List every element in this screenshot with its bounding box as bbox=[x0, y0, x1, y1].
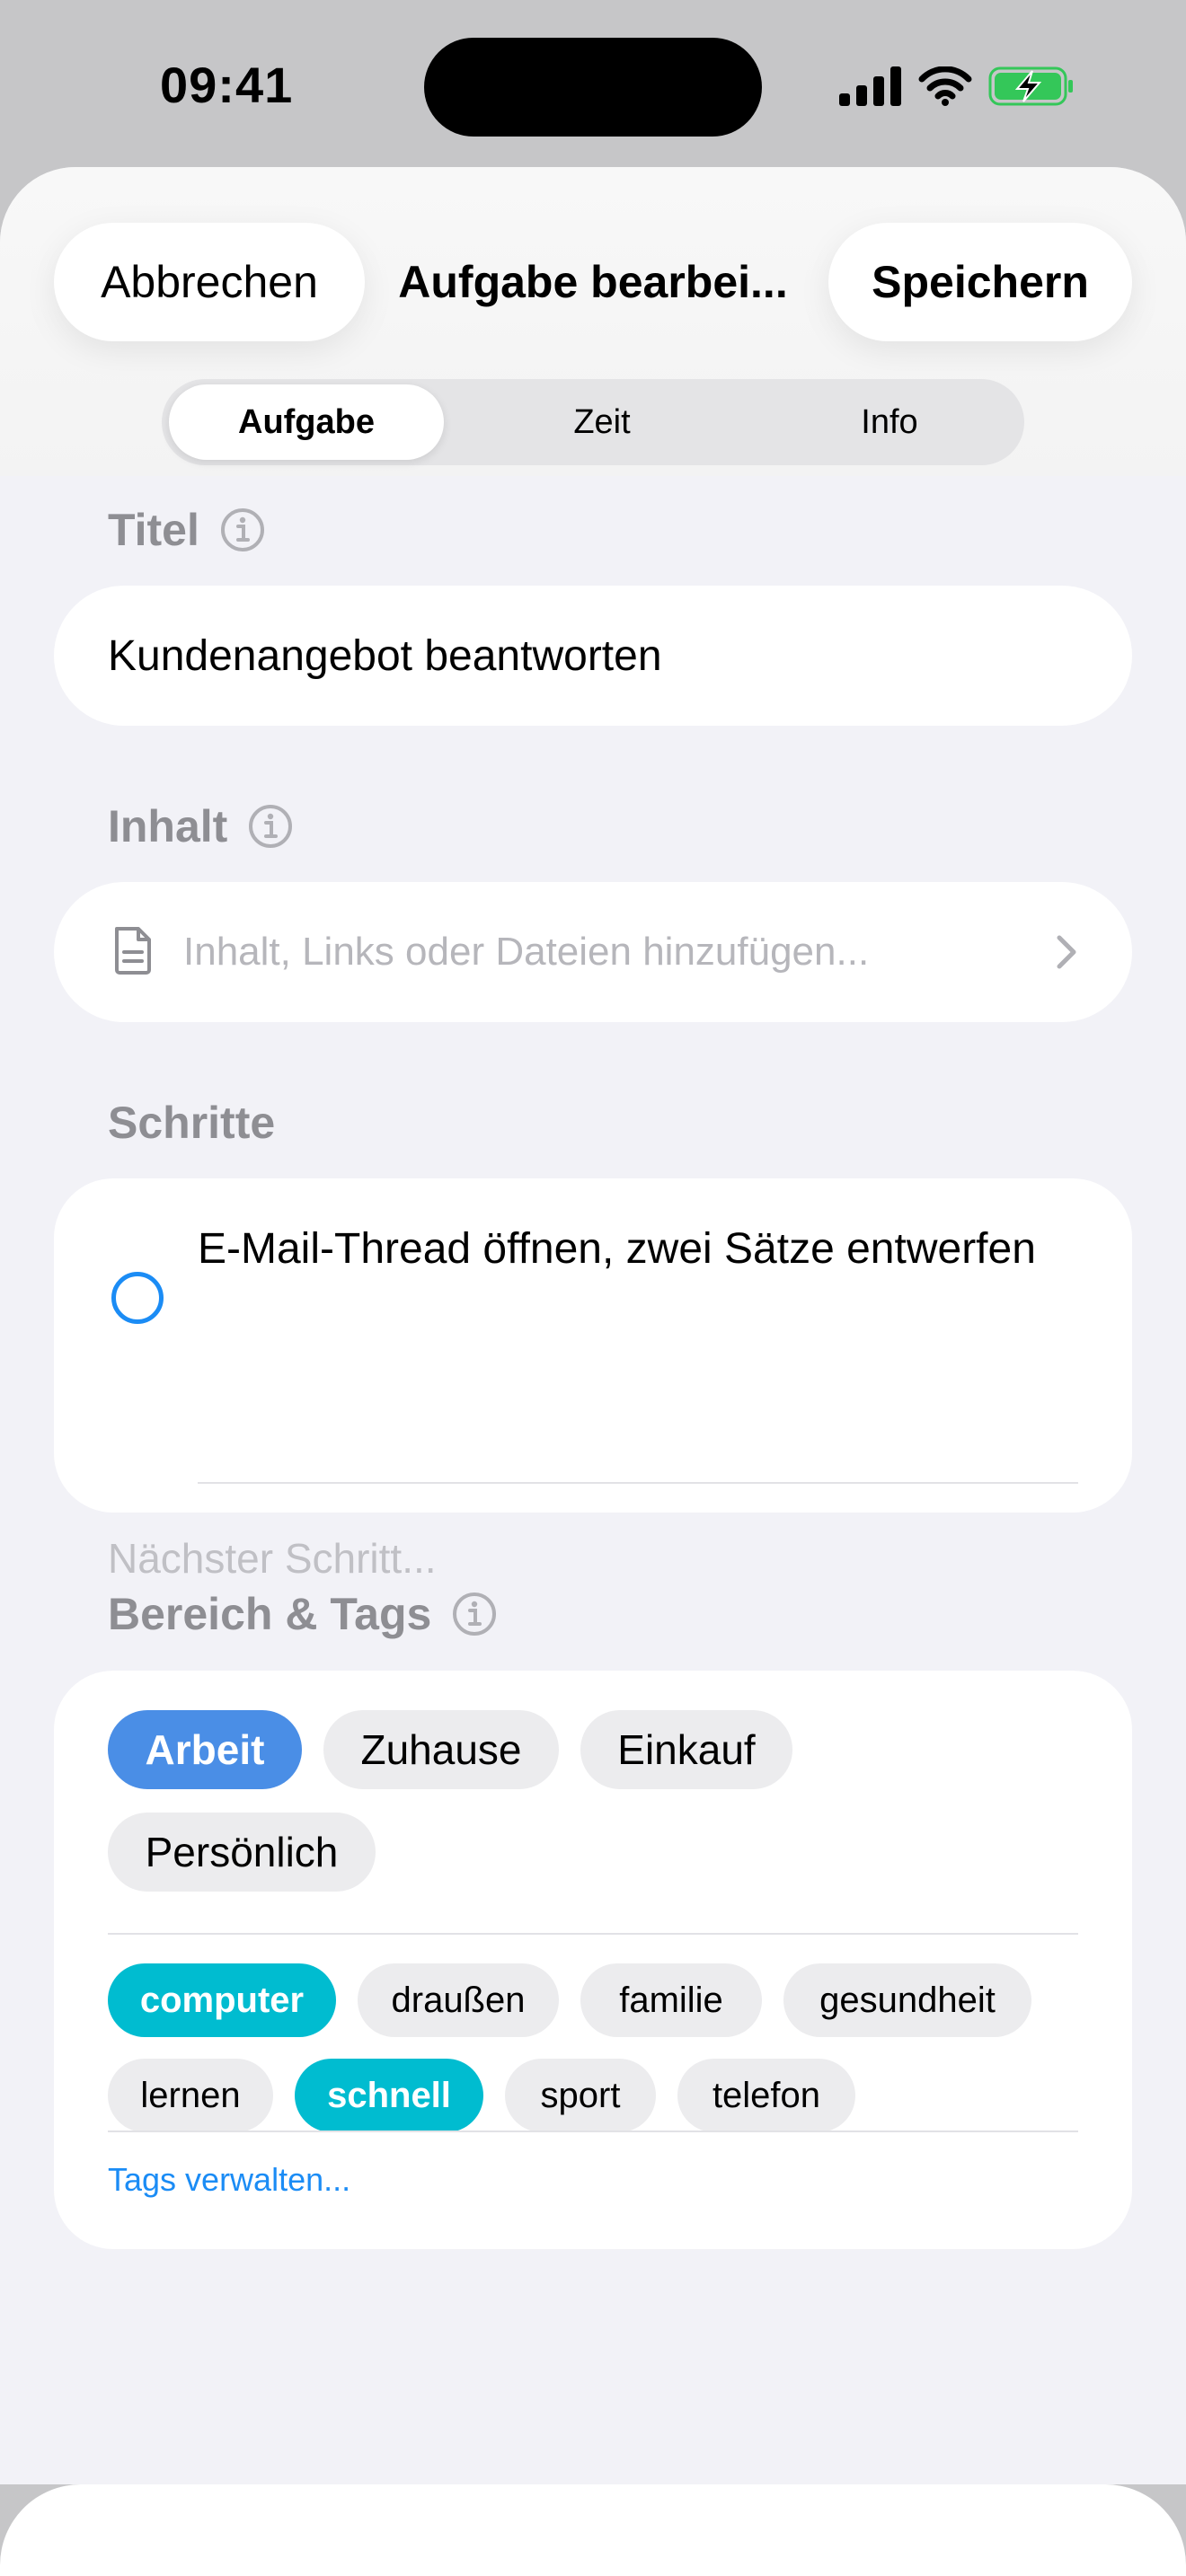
title-section-label: Titel bbox=[108, 503, 266, 557]
steps-label: Schritte bbox=[108, 1098, 276, 1148]
segmented-control: Aufgabe Zeit Info bbox=[162, 379, 1024, 465]
info-icon[interactable] bbox=[219, 507, 266, 553]
divider bbox=[108, 2130, 1078, 2132]
step-checkbox[interactable] bbox=[111, 1272, 164, 1324]
title-label: Titel bbox=[108, 505, 199, 555]
chevron-right-icon bbox=[1055, 934, 1078, 970]
status-icons bbox=[839, 63, 1075, 110]
area-chip-arbeit[interactable]: Arbeit bbox=[108, 1710, 302, 1789]
areas-label: Bereich & Tags bbox=[108, 1589, 432, 1639]
cancel-button[interactable]: Abbrechen bbox=[54, 223, 365, 341]
tab-info[interactable]: Info bbox=[755, 384, 1024, 460]
content-label: Inhalt bbox=[108, 801, 228, 851]
area-chip-zuhause[interactable]: Zuhause bbox=[323, 1710, 559, 1789]
status-time: 09:41 bbox=[160, 57, 294, 113]
area-chip-persoenlich[interactable]: Persönlich bbox=[108, 1813, 376, 1892]
title-field[interactable]: Kundenangebot beantworten bbox=[54, 586, 1132, 726]
edit-task-sheet: Abbrechen Aufgabe bearbei... Speichern A… bbox=[0, 167, 1186, 2484]
divider bbox=[108, 1933, 1078, 1935]
tag-chip-schnell[interactable]: schnell bbox=[295, 2059, 483, 2132]
step-divider bbox=[198, 1482, 1078, 1484]
steps-card: E-Mail-Thread öffnen, zwei Sätze entwerf… bbox=[54, 1178, 1132, 1582]
dynamic-island bbox=[424, 38, 762, 137]
info-icon[interactable] bbox=[247, 803, 294, 850]
step-text[interactable]: E-Mail-Thread öffnen, zwei Sätze entwerf… bbox=[198, 1220, 1078, 1279]
tag-chip-telefon[interactable]: telefon bbox=[677, 2059, 855, 2132]
steps-section-label: Schritte bbox=[108, 1096, 275, 1150]
areas-section-label: Bereich & Tags bbox=[108, 1587, 498, 1641]
signal-icon bbox=[839, 66, 902, 106]
sheet-header: Abbrechen Aufgabe bearbei... Speichern A… bbox=[0, 167, 1186, 476]
content-section-label: Inhalt bbox=[108, 799, 294, 853]
tab-zeit[interactable]: Zeit bbox=[467, 384, 737, 460]
tag-chip-computer[interactable]: computer bbox=[108, 1963, 336, 2037]
wifi-icon bbox=[918, 66, 972, 106]
background-sheet bbox=[0, 2484, 1186, 2576]
tag-chip-draussen[interactable]: draußen bbox=[358, 1963, 559, 2037]
tab-aufgabe[interactable]: Aufgabe bbox=[169, 384, 444, 460]
manage-tags-link[interactable]: Tags verwalten... bbox=[108, 2161, 350, 2199]
content-field[interactable]: Inhalt, Links oder Dateien hinzufügen... bbox=[54, 882, 1132, 1022]
info-icon[interactable] bbox=[451, 1591, 498, 1637]
tag-chip-familie[interactable]: familie bbox=[580, 1963, 762, 2037]
content-placeholder: Inhalt, Links oder Dateien hinzufügen... bbox=[183, 930, 870, 974]
area-chip-einkauf[interactable]: Einkauf bbox=[580, 1710, 792, 1789]
next-step-input[interactable]: Nächster Schritt... bbox=[108, 1534, 437, 1583]
tag-chip-lernen[interactable]: lernen bbox=[108, 2059, 273, 2132]
tag-chip-sport[interactable]: sport bbox=[505, 2059, 656, 2132]
document-icon bbox=[111, 925, 155, 980]
sheet-title: Aufgabe bearbei... bbox=[398, 257, 788, 307]
tag-chip-gesundheit[interactable]: gesundheit bbox=[783, 1963, 1031, 2037]
battery-charging-icon bbox=[988, 65, 1075, 108]
status-bar: 09:41 bbox=[0, 0, 1186, 167]
save-button[interactable]: Speichern bbox=[828, 223, 1132, 341]
areas-tags-card: Arbeit Zuhause Einkauf Persönlich comput… bbox=[54, 1671, 1132, 2249]
